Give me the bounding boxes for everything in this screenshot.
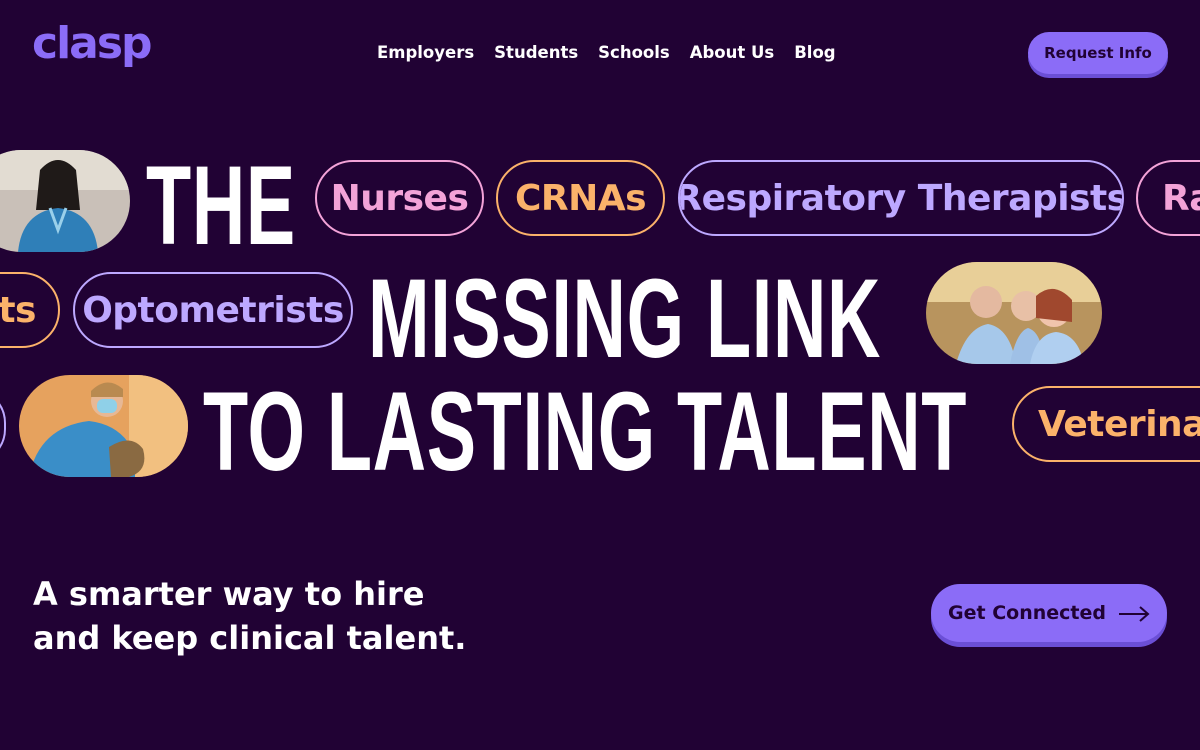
pill-nurses: Nurses	[315, 160, 484, 236]
landing-page: clasp Employers Students Schools About U…	[0, 0, 1200, 750]
tagline-line-1: A smarter way to hire	[33, 575, 425, 613]
headline-line-1: THE	[146, 143, 296, 268]
nurse-photo-image	[0, 150, 130, 252]
arrow-right-icon	[1118, 605, 1150, 622]
students-photo	[926, 262, 1102, 364]
nav-students[interactable]: Students	[494, 43, 578, 62]
pill-optometrists: Optometrists	[73, 272, 353, 348]
headline-line-3: TO LASTING TALENT	[203, 369, 968, 494]
tagline-line-2: and keep clinical talent.	[33, 619, 467, 657]
pill-ra: Ra	[1136, 160, 1200, 236]
pill-partial-left	[0, 388, 6, 464]
nav-about-us[interactable]: About Us	[690, 43, 775, 62]
students-photo-image	[926, 262, 1102, 364]
pill-sts: sts	[0, 272, 60, 348]
request-info-button[interactable]: Request Info	[1028, 32, 1168, 74]
pill-respiratory-therapists: Respiratory Therapists	[678, 160, 1124, 236]
pill-veterinar: Veterinar	[1012, 386, 1200, 462]
nav-employers[interactable]: Employers	[377, 43, 474, 62]
pill-crnas: CRNAs	[496, 160, 665, 236]
headline-line-2: MISSING LINK	[368, 256, 882, 381]
optometry-photo	[19, 375, 188, 477]
nurse-photo	[0, 150, 130, 252]
get-connected-button[interactable]: Get Connected	[931, 584, 1167, 642]
optometry-photo-image	[19, 375, 188, 477]
nav-blog[interactable]: Blog	[794, 43, 835, 62]
nav-schools[interactable]: Schools	[598, 43, 670, 62]
main-nav: Employers Students Schools About Us Blog	[377, 43, 836, 62]
tagline: A smarter way to hire and keep clinical …	[33, 572, 466, 660]
clasp-logo[interactable]: clasp	[32, 22, 153, 66]
get-connected-label: Get Connected	[948, 602, 1106, 624]
